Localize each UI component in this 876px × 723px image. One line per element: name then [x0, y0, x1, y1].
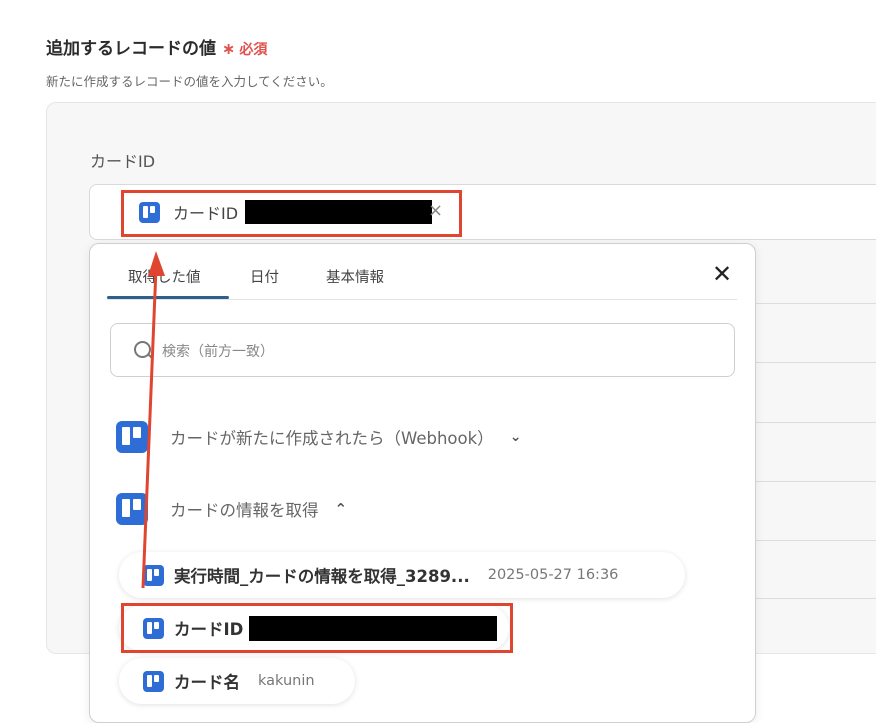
group-label: カードの情報を取得: [170, 501, 319, 520]
item-value: 2025-05-27 16:36: [487, 567, 619, 583]
tab-date[interactable]: 日付: [250, 266, 279, 287]
highlight-box: [121, 190, 462, 237]
trello-icon: [143, 564, 164, 586]
section-title: 追加するレコードの値 ∗ 必須: [46, 34, 267, 59]
group-label: カードが新たに作成されたら（Webhook）: [170, 429, 494, 448]
group-webhook-trigger[interactable]: カードが新たに作成されたら（Webhook） ⌄: [116, 421, 521, 453]
group-get-card-info[interactable]: カードの情報を取得 ⌃: [116, 493, 347, 525]
chevron-up-icon: ⌃: [334, 500, 348, 518]
tab-acquired-values[interactable]: 取得した値: [128, 266, 201, 287]
item-label: 実行時間_カードの情報を取得_3289...: [174, 567, 470, 586]
background-divider: [755, 362, 876, 363]
background-divider: [755, 598, 876, 599]
field-label: カードID: [90, 152, 156, 171]
trello-icon: [116, 493, 148, 525]
tab-basic-info[interactable]: 基本情報: [326, 266, 384, 287]
required-star: ∗: [222, 39, 236, 58]
trello-icon: [116, 421, 148, 453]
search-placeholder: 検索（前方一致）: [162, 344, 274, 360]
tab-divider: [107, 299, 737, 300]
search-icon: [134, 341, 151, 358]
section-description: 新たに作成するレコードの値を入力してください。: [46, 74, 333, 89]
close-icon[interactable]: ✕: [712, 262, 732, 286]
list-item-execution-time[interactable]: 実行時間_カードの情報を取得_3289... 2025-05-27 16:36: [119, 552, 685, 598]
background-divider: [755, 303, 876, 304]
item-value: kakunin: [258, 673, 315, 689]
chevron-down-icon: ⌄: [509, 429, 522, 445]
background-divider: [755, 422, 876, 423]
trello-icon: [143, 670, 164, 692]
section-title-text: 追加するレコードの値: [46, 39, 216, 59]
active-tab-indicator: [107, 296, 229, 299]
required-label: 必須: [239, 42, 268, 58]
background-divider: [755, 540, 876, 541]
item-label: カード名: [174, 673, 240, 692]
background-divider: [755, 481, 876, 482]
list-item-card-name[interactable]: カード名 kakunin: [119, 658, 355, 704]
highlight-box: [121, 603, 513, 653]
